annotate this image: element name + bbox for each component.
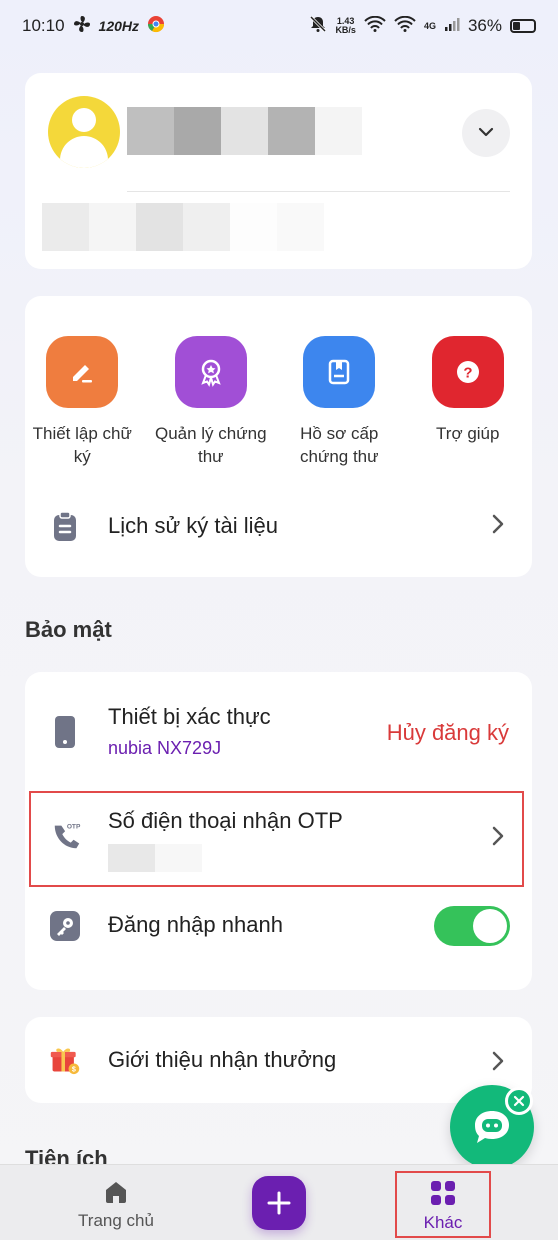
mute-bell-icon (309, 15, 327, 38)
signing-history-label: Lịch sử ký tài liệu (108, 513, 279, 538)
refresh-rate: 120Hz (98, 18, 140, 34)
quick-action-icon-bg (46, 336, 119, 408)
gift-icon: $ (49, 1043, 81, 1075)
quick-action-signature-setup[interactable]: Thiết lập chữ ký (18, 336, 147, 468)
signing-history-row[interactable]: Lịch sử ký tài liệu (25, 506, 532, 546)
battery-icon (510, 19, 536, 33)
profile-divider (127, 191, 510, 192)
phone-device-icon (49, 716, 81, 748)
document-bookmark-icon (329, 359, 350, 385)
quick-action-icon-bg (303, 336, 376, 408)
quick-action-icon-bg: ? (431, 336, 504, 408)
auth-device-title: Thiết bị xác thực (108, 704, 271, 729)
chrome-icon (147, 15, 165, 38)
auth-device-row: Thiết bị xác thực nubia NX729J Hủy đăng … (25, 702, 532, 762)
chatbot-icon (475, 1111, 509, 1143)
quick-actions-grid: Thiết lập chữ ký Quản lý chứng thư Hồ sơ… (25, 336, 532, 468)
clipboard-icon (49, 510, 81, 542)
status-right: 1.43 KB/s 4G 36% (309, 15, 536, 38)
redacted-user-info (42, 203, 324, 251)
net-speed: 1.43 KB/s (335, 17, 356, 35)
quick-action-help[interactable]: ? Trợ giúp (404, 336, 533, 468)
unregister-button[interactable]: Hủy đăng ký (387, 720, 509, 746)
quick-action-label: Thiết lập chữ ký (32, 424, 132, 466)
profile-card[interactable] (25, 73, 532, 269)
avatar[interactable] (48, 96, 120, 168)
certificate-badge-icon (201, 359, 221, 387)
referral-row[interactable]: $ Giới thiệu nhận thưởng (25, 1041, 532, 1081)
network-type: 4G (423, 20, 436, 31)
quick-action-certificate-profile[interactable]: Hồ sơ cấp chứng thư (275, 336, 404, 468)
chevron-right-icon (492, 1051, 504, 1076)
otp-row-highlight (29, 791, 524, 887)
auth-device-name: nubia NX729J (108, 738, 222, 758)
chevron-down-icon (478, 124, 494, 142)
key-icon (49, 910, 81, 942)
quick-action-label: Hồ sơ cấp chứng thư (299, 424, 379, 466)
help-icon: ? (456, 361, 479, 383)
security-section-title: Bảo mật (25, 617, 112, 642)
quick-actions-card: Thiết lập chữ ký Quản lý chứng thư Hồ sơ… (25, 296, 532, 577)
svg-text:?: ? (463, 365, 472, 382)
close-chatbot-button[interactable] (505, 1087, 533, 1115)
chevron-right-icon (492, 514, 504, 539)
toggle-knob (473, 909, 507, 943)
status-time: 10:10 (22, 16, 65, 35)
signal-icon (444, 16, 460, 37)
home-icon (106, 1182, 126, 1203)
nav-home-label: Trang chủ (78, 1211, 154, 1230)
svg-text:$: $ (72, 1065, 76, 1073)
quick-login-title: Đăng nhập nhanh (108, 912, 283, 937)
wifi-icon (364, 15, 386, 37)
expand-profile-button[interactable] (462, 109, 510, 157)
pen-sign-icon (73, 365, 93, 383)
wifi-secondary-icon (394, 15, 416, 37)
net-speed-unit: KB/s (335, 25, 356, 35)
quick-action-manage-certificates[interactable]: Quản lý chứng thư (147, 336, 276, 468)
quick-action-label: Trợ giúp (436, 424, 500, 443)
quick-action-label: Quản lý chứng thư (154, 424, 267, 466)
quick-action-icon-bg (174, 336, 247, 408)
quick-login-toggle[interactable] (434, 906, 510, 946)
status-bar: 10:10 120Hz 1.43 KB/s 4G 36% (0, 0, 558, 52)
nav-more-highlight (395, 1171, 491, 1238)
close-icon (513, 1095, 525, 1107)
nav-home[interactable]: Trang chủ (56, 1179, 176, 1231)
battery-percent: 36% (467, 16, 502, 35)
create-button[interactable] (252, 1176, 306, 1230)
status-left: 10:10 120Hz (22, 15, 165, 38)
plus-icon (267, 1191, 291, 1215)
fan-icon (73, 15, 91, 38)
redacted-user-name (127, 107, 362, 155)
referral-label: Giới thiệu nhận thưởng (108, 1047, 337, 1072)
quick-login-row: Đăng nhập nhanh (25, 906, 532, 946)
referral-card[interactable]: $ Giới thiệu nhận thưởng (25, 1017, 532, 1103)
